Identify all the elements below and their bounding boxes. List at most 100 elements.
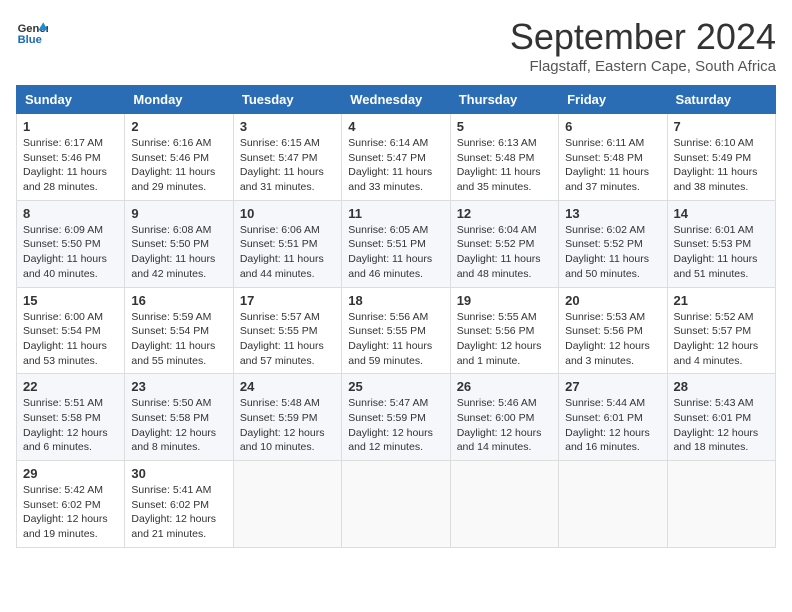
day-number: 7 [674, 119, 769, 134]
logo: General Blue [16, 16, 48, 48]
day-info: Sunrise: 5:51 AM Sunset: 5:58 PM Dayligh… [23, 396, 118, 455]
day-number: 15 [23, 293, 118, 308]
calendar-day-cell: 3 Sunrise: 6:15 AM Sunset: 5:47 PM Dayli… [233, 114, 341, 201]
day-number: 24 [240, 379, 335, 394]
day-info: Sunrise: 6:11 AM Sunset: 5:48 PM Dayligh… [565, 136, 660, 195]
day-info: Sunrise: 6:05 AM Sunset: 5:51 PM Dayligh… [348, 223, 443, 282]
calendar-day-cell: 18 Sunrise: 5:56 AM Sunset: 5:55 PM Dayl… [342, 287, 450, 374]
day-info: Sunrise: 6:15 AM Sunset: 5:47 PM Dayligh… [240, 136, 335, 195]
day-info: Sunrise: 5:43 AM Sunset: 6:01 PM Dayligh… [674, 396, 769, 455]
calendar-week-row: 29 Sunrise: 5:42 AM Sunset: 6:02 PM Dayl… [17, 461, 776, 548]
calendar-day-cell: 2 Sunrise: 6:16 AM Sunset: 5:46 PM Dayli… [125, 114, 233, 201]
calendar-day-cell: 19 Sunrise: 5:55 AM Sunset: 5:56 PM Dayl… [450, 287, 558, 374]
calendar-day-cell: 1 Sunrise: 6:17 AM Sunset: 5:46 PM Dayli… [17, 114, 125, 201]
day-number: 29 [23, 466, 118, 481]
calendar-day-cell [233, 461, 341, 548]
logo-icon: General Blue [16, 16, 48, 48]
calendar-day-cell: 26 Sunrise: 5:46 AM Sunset: 6:00 PM Dayl… [450, 374, 558, 461]
calendar-day-cell [450, 461, 558, 548]
day-of-week-header: Tuesday [233, 86, 341, 114]
day-info: Sunrise: 6:01 AM Sunset: 5:53 PM Dayligh… [674, 223, 769, 282]
day-of-week-header: Wednesday [342, 86, 450, 114]
day-info: Sunrise: 5:50 AM Sunset: 5:58 PM Dayligh… [131, 396, 226, 455]
calendar-day-cell: 17 Sunrise: 5:57 AM Sunset: 5:55 PM Dayl… [233, 287, 341, 374]
day-number: 4 [348, 119, 443, 134]
calendar-day-cell: 10 Sunrise: 6:06 AM Sunset: 5:51 PM Dayl… [233, 200, 341, 287]
svg-text:Blue: Blue [18, 34, 42, 46]
day-info: Sunrise: 5:42 AM Sunset: 6:02 PM Dayligh… [23, 483, 118, 542]
day-info: Sunrise: 6:17 AM Sunset: 5:46 PM Dayligh… [23, 136, 118, 195]
day-number: 13 [565, 206, 660, 221]
day-number: 16 [131, 293, 226, 308]
day-info: Sunrise: 5:48 AM Sunset: 5:59 PM Dayligh… [240, 396, 335, 455]
location-title: Flagstaff, Eastern Cape, South Africa [510, 58, 776, 75]
day-info: Sunrise: 6:14 AM Sunset: 5:47 PM Dayligh… [348, 136, 443, 195]
day-number: 9 [131, 206, 226, 221]
calendar-day-cell: 15 Sunrise: 6:00 AM Sunset: 5:54 PM Dayl… [17, 287, 125, 374]
day-info: Sunrise: 5:53 AM Sunset: 5:56 PM Dayligh… [565, 310, 660, 369]
day-number: 1 [23, 119, 118, 134]
day-number: 22 [23, 379, 118, 394]
day-of-week-header: Thursday [450, 86, 558, 114]
calendar-day-cell: 8 Sunrise: 6:09 AM Sunset: 5:50 PM Dayli… [17, 200, 125, 287]
day-number: 6 [565, 119, 660, 134]
day-info: Sunrise: 6:04 AM Sunset: 5:52 PM Dayligh… [457, 223, 552, 282]
calendar-day-cell: 16 Sunrise: 5:59 AM Sunset: 5:54 PM Dayl… [125, 287, 233, 374]
day-number: 21 [674, 293, 769, 308]
calendar-day-cell: 28 Sunrise: 5:43 AM Sunset: 6:01 PM Dayl… [667, 374, 775, 461]
day-number: 26 [457, 379, 552, 394]
calendar-week-row: 8 Sunrise: 6:09 AM Sunset: 5:50 PM Dayli… [17, 200, 776, 287]
day-number: 3 [240, 119, 335, 134]
day-number: 30 [131, 466, 226, 481]
day-number: 14 [674, 206, 769, 221]
calendar-day-cell: 9 Sunrise: 6:08 AM Sunset: 5:50 PM Dayli… [125, 200, 233, 287]
day-info: Sunrise: 6:09 AM Sunset: 5:50 PM Dayligh… [23, 223, 118, 282]
calendar-day-cell: 30 Sunrise: 5:41 AM Sunset: 6:02 PM Dayl… [125, 461, 233, 548]
day-of-week-header: Saturday [667, 86, 775, 114]
day-info: Sunrise: 5:47 AM Sunset: 5:59 PM Dayligh… [348, 396, 443, 455]
calendar-day-cell: 4 Sunrise: 6:14 AM Sunset: 5:47 PM Dayli… [342, 114, 450, 201]
calendar-day-cell: 7 Sunrise: 6:10 AM Sunset: 5:49 PM Dayli… [667, 114, 775, 201]
day-number: 2 [131, 119, 226, 134]
day-info: Sunrise: 5:46 AM Sunset: 6:00 PM Dayligh… [457, 396, 552, 455]
day-info: Sunrise: 6:00 AM Sunset: 5:54 PM Dayligh… [23, 310, 118, 369]
day-info: Sunrise: 5:52 AM Sunset: 5:57 PM Dayligh… [674, 310, 769, 369]
day-info: Sunrise: 5:56 AM Sunset: 5:55 PM Dayligh… [348, 310, 443, 369]
calendar-day-cell: 22 Sunrise: 5:51 AM Sunset: 5:58 PM Dayl… [17, 374, 125, 461]
page-header: General Blue September 2024 Flagstaff, E… [16, 16, 776, 75]
day-of-week-header: Sunday [17, 86, 125, 114]
day-info: Sunrise: 5:57 AM Sunset: 5:55 PM Dayligh… [240, 310, 335, 369]
day-number: 27 [565, 379, 660, 394]
day-info: Sunrise: 5:44 AM Sunset: 6:01 PM Dayligh… [565, 396, 660, 455]
calendar-day-cell: 6 Sunrise: 6:11 AM Sunset: 5:48 PM Dayli… [559, 114, 667, 201]
calendar-week-row: 22 Sunrise: 5:51 AM Sunset: 5:58 PM Dayl… [17, 374, 776, 461]
day-info: Sunrise: 6:06 AM Sunset: 5:51 PM Dayligh… [240, 223, 335, 282]
day-info: Sunrise: 6:16 AM Sunset: 5:46 PM Dayligh… [131, 136, 226, 195]
day-number: 10 [240, 206, 335, 221]
calendar-day-cell: 27 Sunrise: 5:44 AM Sunset: 6:01 PM Dayl… [559, 374, 667, 461]
day-info: Sunrise: 6:13 AM Sunset: 5:48 PM Dayligh… [457, 136, 552, 195]
month-title: September 2024 [510, 16, 776, 58]
day-number: 5 [457, 119, 552, 134]
day-number: 8 [23, 206, 118, 221]
day-number: 28 [674, 379, 769, 394]
calendar-day-cell [559, 461, 667, 548]
calendar-day-cell: 5 Sunrise: 6:13 AM Sunset: 5:48 PM Dayli… [450, 114, 558, 201]
calendar-day-cell: 24 Sunrise: 5:48 AM Sunset: 5:59 PM Dayl… [233, 374, 341, 461]
calendar-day-cell: 11 Sunrise: 6:05 AM Sunset: 5:51 PM Dayl… [342, 200, 450, 287]
calendar-week-row: 1 Sunrise: 6:17 AM Sunset: 5:46 PM Dayli… [17, 114, 776, 201]
day-info: Sunrise: 5:41 AM Sunset: 6:02 PM Dayligh… [131, 483, 226, 542]
day-number: 12 [457, 206, 552, 221]
calendar-day-cell: 21 Sunrise: 5:52 AM Sunset: 5:57 PM Dayl… [667, 287, 775, 374]
day-number: 20 [565, 293, 660, 308]
calendar-day-cell [342, 461, 450, 548]
day-number: 17 [240, 293, 335, 308]
calendar-day-cell: 12 Sunrise: 6:04 AM Sunset: 5:52 PM Dayl… [450, 200, 558, 287]
calendar-header-row: SundayMondayTuesdayWednesdayThursdayFrid… [17, 86, 776, 114]
calendar-day-cell: 20 Sunrise: 5:53 AM Sunset: 5:56 PM Dayl… [559, 287, 667, 374]
calendar-table: SundayMondayTuesdayWednesdayThursdayFrid… [16, 85, 776, 548]
calendar-day-cell: 23 Sunrise: 5:50 AM Sunset: 5:58 PM Dayl… [125, 374, 233, 461]
day-number: 19 [457, 293, 552, 308]
title-block: September 2024 Flagstaff, Eastern Cape, … [510, 16, 776, 75]
calendar-day-cell: 13 Sunrise: 6:02 AM Sunset: 5:52 PM Dayl… [559, 200, 667, 287]
